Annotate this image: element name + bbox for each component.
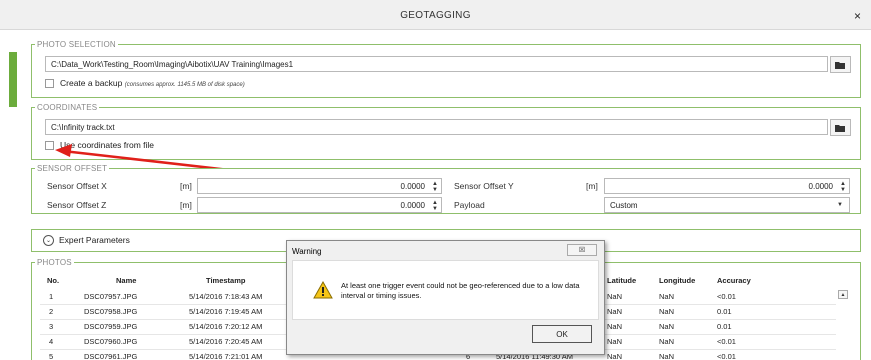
scroll-up-button[interactable]: ▲	[838, 290, 848, 299]
col-header-latitude[interactable]: Latitude	[607, 276, 636, 286]
sensor-offset-x-input[interactable]: 0.0000 ▲ ▼	[197, 178, 442, 194]
table-row-no: 1	[49, 292, 54, 301]
col-header-no[interactable]: No.	[47, 276, 59, 286]
photo-browse-button[interactable]	[830, 56, 851, 73]
table-row-longitude: NaN	[659, 352, 675, 360]
backup-label-text: Create a backup	[60, 78, 123, 88]
backup-label[interactable]: Create a backup (consumes approx. 1145.5…	[60, 78, 245, 91]
dialog-message: At least one trigger event could not be …	[341, 281, 580, 300]
folder-icon	[835, 61, 845, 69]
table-row-timestamp: 5/14/2016 7:20:12 AM	[189, 322, 263, 331]
sensor-offset-x-unit: [m]	[180, 181, 192, 191]
table-row-name[interactable]: DSC07960.JPG	[84, 337, 137, 347]
payload-label: Payload	[454, 200, 485, 210]
table-row-name[interactable]: DSC07961.JPG	[84, 352, 137, 360]
expert-parameters-label: Expert Parameters	[59, 235, 130, 245]
sensor-offset-label: SENSOR OFFSET	[35, 163, 110, 174]
backup-checkbox[interactable]	[45, 79, 54, 88]
sensor-offset-x-label: Sensor Offset X	[47, 181, 107, 191]
table-row-latitude: NaN	[607, 322, 623, 331]
table-row-timestamp: 5/14/2016 7:19:45 AM	[189, 307, 263, 316]
payload-value: Custom	[610, 201, 638, 210]
table-row-accuracy: 0.01	[717, 307, 732, 316]
table-row-accuracy: 0.01	[717, 322, 732, 331]
table-row-name[interactable]: DSC07958.JPG	[84, 307, 137, 317]
photos-label: PHOTOS	[35, 257, 74, 268]
table-row-no: 2	[49, 307, 54, 316]
photo-selection-group: PHOTO SELECTION C:\Data_Work\Testing_Roo…	[31, 39, 861, 98]
sensor-offset-x-value: 0.0000	[400, 182, 425, 191]
table-row-no: 4	[49, 337, 54, 346]
photo-path-input[interactable]: C:\Data_Work\Testing_Room\Imaging\Aiboti…	[45, 56, 828, 72]
sensor-offset-z-unit: [m]	[180, 200, 192, 210]
close-icon[interactable]: ×	[854, 9, 861, 23]
table-row-accuracy: <0.01	[717, 352, 736, 360]
backup-note: (consumes approx. 1145.5 MB of disk spac…	[124, 82, 245, 88]
table-row-timestamp: 5/14/2016 7:21:01 AM	[189, 352, 263, 360]
col-header-timestamp[interactable]: Timestamp	[206, 276, 245, 286]
ok-button[interactable]: OK	[532, 325, 592, 343]
coordinates-group: COORDINATES C:\Infinity track.txt Use co…	[31, 102, 861, 160]
table-row-latitude: NaN	[607, 337, 623, 346]
sensor-offset-y-unit: [m]	[586, 181, 598, 191]
col-header-longitude[interactable]: Longitude	[659, 276, 695, 286]
folder-icon	[835, 124, 845, 132]
coordinates-path-input[interactable]: C:\Infinity track.txt	[45, 119, 828, 135]
chevron-down-icon[interactable]: ⌄	[43, 235, 54, 246]
use-coordinates-label[interactable]: Use coordinates from file	[60, 140, 154, 151]
table-row-accuracy: <0.01	[717, 292, 736, 301]
col-header-name[interactable]: Name	[116, 276, 136, 286]
table-row-longitude: NaN	[659, 307, 675, 316]
title-bar: GEOTAGGING ×	[0, 0, 871, 30]
table-row-latitude: NaN	[607, 352, 623, 360]
table-row-longitude: NaN	[659, 292, 675, 301]
table-row-no: 3	[49, 322, 54, 331]
table-row-timestamp: 5/14/2016 7:20:45 AM	[189, 337, 263, 346]
photo-selection-label: PHOTO SELECTION	[35, 39, 118, 50]
coordinates-label: COORDINATES	[35, 102, 100, 113]
spinner-icon[interactable]: ▲ ▼	[432, 200, 438, 212]
chevron-down-icon: ▼	[837, 202, 843, 208]
warning-dialog: Warning ☒ At least one trigger event cou…	[286, 240, 605, 355]
table-row-accuracy: <0.01	[717, 337, 736, 346]
window-title: GEOTAGGING	[400, 10, 471, 21]
table-row-name[interactable]: DSC07959.JPG	[84, 322, 137, 332]
dialog-title: Warning	[292, 247, 322, 256]
coordinates-browse-button[interactable]	[830, 119, 851, 136]
payload-select[interactable]: Custom ▼	[604, 197, 850, 213]
dialog-body: At least one trigger event could not be …	[292, 260, 599, 320]
table-row-no: 5	[49, 352, 54, 360]
warning-icon	[313, 281, 333, 299]
table-row-timestamp: 5/14/2016 7:18:43 AM	[189, 292, 263, 301]
spinner-icon[interactable]: ▲ ▼	[432, 181, 438, 193]
use-coordinates-checkbox[interactable]	[45, 141, 54, 150]
sensor-offset-z-label: Sensor Offset Z	[47, 200, 107, 210]
col-header-accuracy[interactable]: Accuracy	[717, 276, 751, 286]
sensor-offset-y-value: 0.0000	[808, 182, 833, 191]
close-icon[interactable]: ☒	[567, 244, 597, 256]
table-row-latitude: NaN	[607, 292, 623, 301]
sensor-offset-z-input[interactable]: 0.0000 ▲ ▼	[197, 197, 442, 213]
sensor-offset-z-value: 0.0000	[400, 201, 425, 210]
table-row-longitude: NaN	[659, 322, 675, 331]
spinner-icon[interactable]: ▲ ▼	[840, 181, 846, 193]
sensor-offset-y-input[interactable]: 0.0000 ▲ ▼	[604, 178, 850, 194]
table-row-name[interactable]: DSC07957.JPG	[84, 292, 137, 302]
table-row-longitude: NaN	[659, 337, 675, 346]
accent-bar	[9, 52, 17, 107]
sensor-offset-y-label: Sensor Offset Y	[454, 181, 514, 191]
table-row-latitude: NaN	[607, 307, 623, 316]
